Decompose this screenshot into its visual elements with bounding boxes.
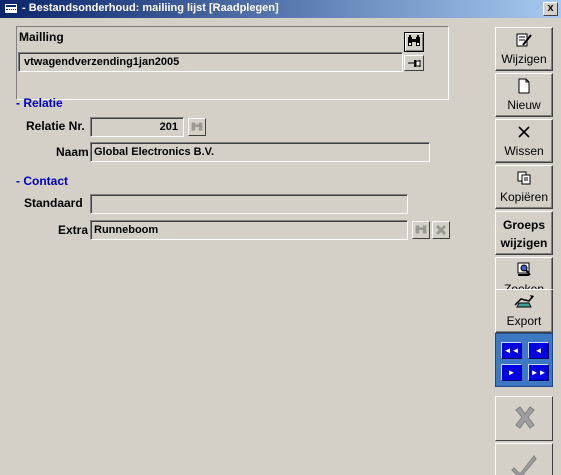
relatie-search-button[interactable] [188, 118, 206, 136]
export-icon [514, 295, 534, 308]
new-document-icon [518, 78, 530, 94]
search-document-icon [517, 262, 531, 276]
groeps-label-line1: Groeps [502, 218, 545, 232]
binoculars-icon [408, 35, 420, 46]
application-window: - Bestandsonderhoud: mailiing lijst [Raa… [0, 0, 561, 475]
confirm-icon [511, 455, 537, 475]
confirm-button[interactable] [495, 443, 553, 475]
relatie-nr-label: Relatie Nr. [26, 119, 85, 133]
naam-label: Naam [56, 145, 89, 159]
window-icon [4, 3, 18, 14]
extra-search-button[interactable] [412, 221, 430, 239]
title-bar[interactable]: - Bestandsonderhoud: mailiing lijst [Raa… [0, 0, 561, 18]
action-toolbar: Wijzigen Nieuw Wissen Kopiëren Groeps wi… [492, 25, 559, 475]
pin-icon [408, 60, 421, 67]
close-button[interactable]: x [543, 2, 558, 16]
standaard-field[interactable] [90, 194, 408, 214]
binoculars-icon [415, 225, 427, 234]
last-record-button[interactable]: ►► [528, 364, 549, 381]
relatie-nr-value: 201 [159, 121, 178, 133]
edit-icon [516, 33, 532, 47]
mailing-value: vtwagendverzending1jan2005 [24, 56, 180, 68]
binoculars-icon [191, 122, 203, 131]
extra-label: Extra [58, 223, 89, 237]
cancel-icon [515, 406, 535, 429]
naam-value: Global Electronics B.V. [94, 146, 215, 158]
wissen-label: Wissen [504, 144, 544, 158]
mailing-pin-button[interactable] [404, 55, 424, 71]
relatie-section-title: - Relatie [16, 96, 63, 110]
kopieren-button[interactable]: Kopiëren [495, 165, 553, 209]
copy-icon [517, 171, 531, 185]
mailing-label: Mailling [19, 30, 64, 44]
mailing-search-button[interactable] [404, 32, 424, 52]
groeps-label-line2: wijzigen [500, 236, 548, 250]
wijzigen-label: Wijzigen [501, 52, 547, 66]
standaard-label: Standaard [24, 196, 83, 210]
delete-x-icon [435, 224, 447, 236]
nieuw-button[interactable]: Nieuw [495, 73, 553, 117]
extra-value: Runneboom [94, 224, 159, 236]
naam-field[interactable]: Global Electronics B.V. [90, 142, 430, 162]
extra-clear-button[interactable] [432, 221, 450, 239]
next-record-button[interactable]: ► [501, 364, 522, 381]
previous-record-button[interactable]: ◄ [528, 342, 549, 359]
wijzigen-button[interactable]: Wijzigen [495, 27, 553, 71]
wissen-button[interactable]: Wissen [495, 119, 553, 163]
export-button[interactable]: Export [495, 289, 553, 333]
relatie-nr-field[interactable]: 201 [90, 117, 184, 137]
mailing-field[interactable]: vtwagendverzending1jan2005 [18, 52, 403, 72]
record-navigation: ◄◄ ◄ ► ►► [495, 333, 553, 387]
window-title: - Bestandsonderhoud: mailiing lijst [Raa… [22, 2, 279, 14]
nieuw-label: Nieuw [507, 98, 541, 112]
delete-x-icon [518, 126, 530, 138]
cancel-button[interactable] [495, 396, 553, 441]
groeps-wijzigen-button[interactable]: Groeps wijzigen [495, 211, 553, 255]
contact-section-title: - Contact [16, 174, 68, 188]
first-record-button[interactable]: ◄◄ [501, 342, 522, 359]
kopieren-label: Kopiëren [499, 190, 549, 204]
export-label: Export [506, 314, 542, 328]
form-area: Mailling vtwagendverzending1jan2005 - Re… [2, 20, 488, 473]
extra-field[interactable]: Runneboom [90, 220, 408, 240]
